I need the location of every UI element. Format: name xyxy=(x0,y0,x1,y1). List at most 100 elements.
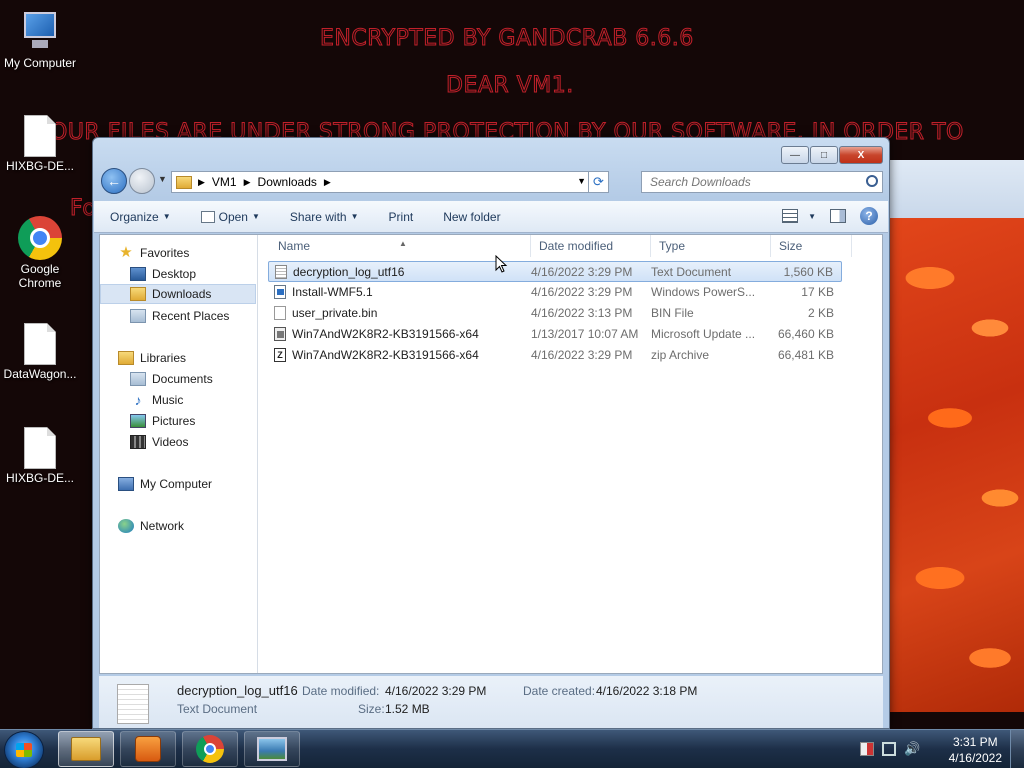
desktop-icon-my-computer[interactable]: My Computer xyxy=(0,10,80,70)
back-button[interactable]: ← xyxy=(101,168,127,194)
breadcrumb-downloads[interactable]: Downloads xyxy=(258,175,317,189)
nav-favorites[interactable]: ★ Favorites xyxy=(100,243,256,263)
taskbar: 🔊 3:31 PM 4/16/2022 xyxy=(0,729,1024,768)
volume-icon[interactable]: 🔊 xyxy=(904,742,920,756)
nav-my-computer[interactable]: My Computer xyxy=(100,474,256,494)
navigation-pane: ★ Favorites Desktop Downloads Recent Plac… xyxy=(100,235,258,673)
search-box[interactable] xyxy=(641,171,883,193)
caret-down-icon: ▼ xyxy=(350,212,359,221)
action-center-flag-icon[interactable] xyxy=(860,742,874,756)
window-controls: — □ X xyxy=(781,146,883,164)
help-button[interactable]: ? xyxy=(860,207,878,225)
nav-desktop[interactable]: Desktop xyxy=(100,264,256,284)
taskbar-explorer-button[interactable] xyxy=(58,731,114,767)
preview-pane-button[interactable] xyxy=(830,209,846,223)
desktop-icon-google-chrome[interactable]: Google Chrome xyxy=(0,216,80,290)
column-header-size[interactable]: Size xyxy=(779,239,802,253)
network-icon[interactable] xyxy=(882,742,896,756)
chrome-icon xyxy=(196,735,224,763)
navigation-bar: ← ▼ ▶ VM1 ▶ Downloads ▶ ▼ ⟳ xyxy=(101,168,883,196)
open-button[interactable]: Open ▼ xyxy=(200,210,260,224)
clock[interactable]: 3:31 PM 4/16/2022 xyxy=(949,734,1002,766)
folder-icon xyxy=(176,175,192,189)
desktop-icon xyxy=(130,267,146,281)
file-type: Windows PowerS... xyxy=(651,285,756,299)
search-icon[interactable] xyxy=(866,175,878,187)
show-desktop-button[interactable] xyxy=(1010,730,1024,768)
nav-downloads[interactable]: Downloads xyxy=(100,284,256,304)
file-date: 4/16/2022 3:13 PM xyxy=(531,306,633,320)
file-type: BIN File xyxy=(651,306,694,320)
breadcrumb-vm1[interactable]: VM1 xyxy=(212,175,237,189)
column-header-date-modified[interactable]: Date modified xyxy=(539,239,613,253)
address-dropdown-icon[interactable]: ▼ xyxy=(577,176,586,186)
nav-videos[interactable]: Videos xyxy=(100,432,256,452)
column-header-type[interactable]: Type xyxy=(659,239,685,253)
organize-button[interactable]: Organize ▼ xyxy=(110,210,171,224)
sort-ascending-icon: ▲ xyxy=(399,239,407,248)
back-arrow-icon: ← xyxy=(107,173,121,189)
file-row[interactable]: user_private.bin 4/16/2022 3:13 PM BIN F… xyxy=(268,303,842,324)
chevron-right-icon[interactable]: ▶ xyxy=(244,177,251,188)
desktop-icon-label: Google Chrome xyxy=(18,262,62,290)
search-input[interactable] xyxy=(650,175,850,189)
ransom-greeting-text: DEAR VM1. xyxy=(446,73,574,99)
recent-pages-dropdown[interactable]: ▼ xyxy=(158,174,167,184)
document-icon xyxy=(24,427,56,469)
file-name: Install-WMF5.1 xyxy=(292,285,373,299)
caret-down-icon[interactable]: ▼ xyxy=(252,212,260,221)
organize-label: Organize xyxy=(110,209,159,224)
taskbar-media-player-button[interactable] xyxy=(120,731,176,767)
nav-music[interactable]: ♪ Music xyxy=(100,390,256,410)
nav-pictures[interactable]: Pictures xyxy=(100,411,256,431)
minimize-button[interactable]: — xyxy=(781,146,809,164)
file-row[interactable]: Z Win7AndW2K8R2-KB3191566-x64 4/16/2022 … xyxy=(268,345,842,366)
file-type: Microsoft Update ... xyxy=(651,327,756,341)
computer-icon xyxy=(118,477,134,491)
pictures-icon xyxy=(130,414,146,428)
ransom-title-text: ENCRYPTED BY GANDCRAB 6.6.6 xyxy=(320,26,694,52)
address-bar[interactable]: ▶ VM1 ▶ Downloads ▶ ▼ ⟳ xyxy=(171,171,609,193)
chrome-icon xyxy=(18,216,62,260)
file-size: 17 KB xyxy=(801,285,834,299)
computer-icon xyxy=(20,10,60,54)
column-header-name[interactable]: Name xyxy=(278,239,310,253)
share-with-label: Share with xyxy=(289,209,347,224)
photo-viewer-icon xyxy=(257,737,287,761)
nav-libraries[interactable]: Libraries xyxy=(100,348,256,368)
new-folder-button[interactable]: New folder xyxy=(443,210,500,224)
details-file-name: decryption_log_utf16 xyxy=(177,683,298,698)
chevron-right-icon[interactable]: ▶ xyxy=(324,177,331,188)
caret-down-icon: ▼ xyxy=(162,212,171,221)
background-window-titlebar[interactable] xyxy=(888,160,1024,218)
music-icon: ♪ xyxy=(134,392,142,408)
close-button[interactable]: X xyxy=(839,146,883,164)
share-with-button[interactable]: Share with ▼ xyxy=(290,210,359,224)
print-button[interactable]: Print xyxy=(389,210,414,224)
desktop-icon-hixbg-2[interactable]: HIXBG-DE... xyxy=(0,427,80,485)
file-size: 1,560 KB xyxy=(783,265,833,279)
desktop-icon-datawagon[interactable]: DataWagon... xyxy=(0,323,80,381)
file-row[interactable]: Win7AndW2K8R2-KB3191566-x64 1/13/2017 10… xyxy=(268,324,842,345)
change-view-button[interactable]: ▼ xyxy=(782,209,816,223)
refresh-button[interactable]: ⟳ xyxy=(588,172,608,192)
nav-documents[interactable]: Documents xyxy=(100,369,256,389)
file-row[interactable]: decryption_log_utf16 4/16/2022 3:29 PM T… xyxy=(268,261,842,282)
desktop-icon-hixbg-1[interactable]: HIXBG-DE... xyxy=(0,115,80,173)
nav-recent-places[interactable]: Recent Places xyxy=(100,306,256,326)
maximize-button[interactable]: □ xyxy=(810,146,838,164)
forward-button[interactable] xyxy=(129,168,155,194)
details-date-created-label: Date created: xyxy=(523,684,596,698)
taskbar-chrome-button[interactable] xyxy=(182,731,238,767)
new-folder-label: New folder xyxy=(443,209,501,224)
file-name: user_private.bin xyxy=(292,306,378,320)
chevron-right-icon[interactable]: ▶ xyxy=(198,177,205,188)
details-size-label: Size: xyxy=(358,702,385,716)
taskbar-photo-viewer-button[interactable] xyxy=(244,731,300,767)
nav-label: Recent Places xyxy=(152,309,230,323)
start-button[interactable] xyxy=(4,731,44,768)
nav-network[interactable]: Network xyxy=(100,516,256,536)
file-size: 66,460 KB xyxy=(777,327,834,341)
file-row[interactable]: Install-WMF5.1 4/16/2022 3:29 PM Windows… xyxy=(268,282,842,303)
clock-date: 4/16/2022 xyxy=(948,751,1002,765)
